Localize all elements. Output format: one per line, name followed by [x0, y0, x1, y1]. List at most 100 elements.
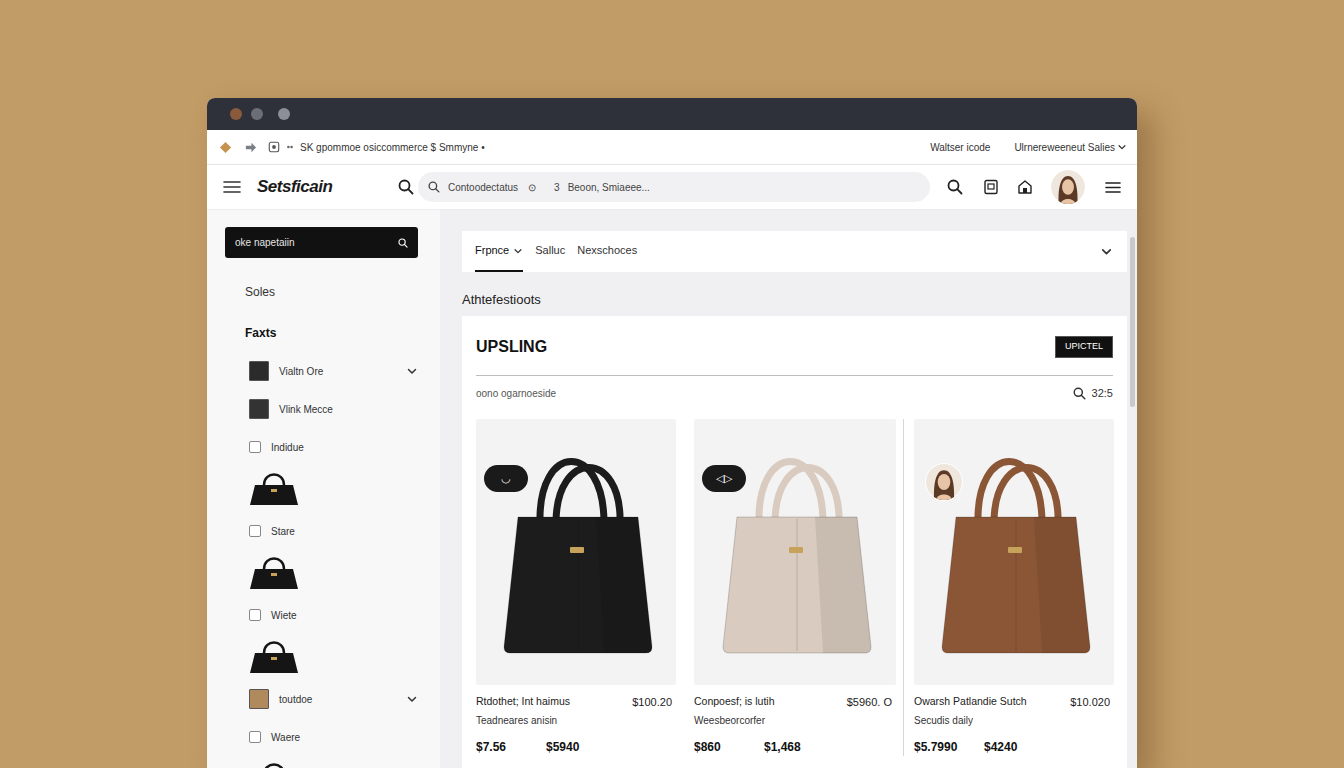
product-subtitle: Weesbeorcorfer: [694, 713, 896, 728]
tab-label[interactable]: Salluc: [535, 242, 565, 259]
bag-thumbnail-icon[interactable]: [247, 469, 301, 509]
scrollbar-thumb[interactable]: [1130, 237, 1135, 407]
search-icon[interactable]: [947, 179, 963, 195]
tab[interactable]: Frpnce: [475, 231, 523, 272]
item-label[interactable]: Waere: [271, 730, 300, 745]
price-now: $7.56: [476, 738, 546, 756]
search-icon[interactable]: [398, 238, 408, 248]
search-icon[interactable]: [1073, 387, 1086, 400]
product-badge: ◡: [484, 465, 528, 492]
item-label[interactable]: Stare: [271, 524, 295, 539]
chevron-down-icon[interactable]: [406, 365, 418, 377]
search-text[interactable]: Contoodectatus: [448, 180, 518, 195]
tab[interactable]: Nexschoces: [577, 231, 637, 272]
product-price-row: $7.56$5940: [476, 738, 676, 756]
product-image[interactable]: ◁▷: [694, 419, 896, 685]
product-name[interactable]: Conpoesf; is lutih: [694, 694, 775, 710]
address-text[interactable]: SK gpommoe osiccommerce $ Smmyne •: [300, 140, 485, 155]
sidebar-thumb[interactable]: [225, 634, 418, 680]
seller-avatar-icon[interactable]: [925, 463, 963, 501]
color-swatch[interactable]: [249, 399, 269, 419]
handbag-icon[interactable]: [476, 419, 676, 685]
back-icon[interactable]: [219, 141, 232, 154]
product-title-row: Owarsh Patlandie Sutch$10.020: [914, 694, 1114, 711]
item-label[interactable]: Vlink Mecce: [279, 402, 333, 417]
search-text[interactable]: 3: [554, 180, 560, 195]
sidebar-item[interactable]: Waere: [225, 718, 418, 756]
handbag-icon[interactable]: [694, 419, 896, 685]
product-image[interactable]: [914, 419, 1114, 685]
sidebar-thumb[interactable]: [225, 550, 418, 596]
sidebar-search-input[interactable]: [235, 235, 398, 250]
forward-icon[interactable]: [244, 141, 257, 154]
checkbox[interactable]: [249, 609, 261, 621]
product-title-row: Rtdothet; Int haimus$100.20: [476, 694, 676, 711]
sidebar-search[interactable]: [225, 227, 418, 258]
tab-label[interactable]: Nexschoces: [577, 242, 637, 259]
product-name[interactable]: Rtdothet; Int haimus: [476, 694, 570, 710]
chevron-down-icon[interactable]: [1100, 245, 1113, 258]
sidebar-item[interactable]: Stare: [225, 512, 418, 550]
home-icon[interactable]: [1017, 179, 1033, 195]
item-label[interactable]: Indidue: [271, 440, 304, 455]
separator: [903, 419, 904, 757]
logo[interactable]: Setsficain: [257, 174, 389, 200]
search-field[interactable]: Contoodectatus ⊙ 3 Beoon, Smiaeee...: [418, 172, 930, 202]
sidebar-item[interactable]: Vialtn Ore: [225, 352, 418, 390]
more-icon[interactable]: [286, 143, 294, 151]
main-column: FrpnceSallucNexschocesAthtefestiootsUPSL…: [462, 231, 1127, 768]
product-name[interactable]: Owarsh Patlandie Sutch: [914, 694, 1027, 710]
link-label[interactable]: Ulrnereweeneut Salies: [1014, 140, 1115, 155]
menu-icon[interactable]: [1105, 181, 1121, 194]
browser-link[interactable]: Waltser icode: [930, 140, 990, 155]
search-text[interactable]: ⊙: [528, 180, 536, 195]
search-icon[interactable]: [398, 179, 414, 195]
sidebar-thumb[interactable]: [225, 466, 418, 512]
item-label[interactable]: Vialtn Ore: [279, 364, 323, 379]
product-card[interactable]: Owarsh Patlandie Sutch$10.020 Secudis dai…: [914, 419, 1114, 757]
color-swatch[interactable]: [249, 689, 269, 709]
product-card[interactable]: ◁▷Conpoesf; is lutih$5960. OWeesbeorcorf…: [694, 419, 896, 757]
search-text[interactable]: Beoon, Smiaeee...: [568, 180, 650, 195]
sidebar-item[interactable]: toutdoe: [225, 680, 418, 718]
minimize-dot[interactable]: [251, 108, 263, 120]
checkbox[interactable]: [249, 731, 261, 743]
document-icon[interactable]: [983, 179, 999, 195]
product-card[interactable]: ◡Rtdothet; Int haimus$100.20Teadneares a…: [476, 419, 676, 757]
scrollbar[interactable]: [1127, 231, 1137, 768]
product-image[interactable]: ◡: [476, 419, 676, 685]
logo-text[interactable]: Setsficain: [257, 177, 332, 196]
chevron-down-icon[interactable]: [1117, 142, 1127, 152]
sidebar-item[interactable]: Wiete: [225, 596, 418, 634]
checkbox[interactable]: [249, 525, 261, 537]
tab-bar: Frpnce Salluc Nexschoces: [462, 231, 1127, 272]
sidebar-item[interactable]: Indidue: [225, 428, 418, 466]
sidebar-thumb[interactable]: [225, 756, 418, 768]
site-icon[interactable]: [268, 141, 280, 153]
checkbox[interactable]: [249, 441, 261, 453]
card-button[interactable]: UPICTEL: [1055, 336, 1113, 358]
bag-thumbnail-icon[interactable]: [247, 553, 301, 593]
link-label[interactable]: Waltser icode: [930, 140, 990, 155]
tab[interactable]: Salluc: [535, 231, 565, 272]
sidebar-item[interactable]: Vlink Mecce: [225, 390, 418, 428]
close-dot[interactable]: [230, 108, 242, 120]
bag-thumbnail-icon[interactable]: [247, 637, 301, 677]
chevron-down-icon[interactable]: [513, 246, 523, 256]
item-label[interactable]: Wiete: [271, 608, 297, 623]
menu-icon[interactable]: [223, 180, 241, 194]
product-subtitle: Secudis daily: [914, 713, 1114, 728]
tab-label[interactable]: Frpnce: [475, 242, 509, 259]
sidebar-heading: Soles: [245, 283, 418, 301]
content: Soles Faxts Vialtn Ore Vlink Mecce Indidue St…: [207, 210, 1137, 768]
card-subheader: oono ogarnoeside32:5: [476, 385, 1113, 402]
chevron-down-icon[interactable]: [406, 693, 418, 705]
user-avatar-icon[interactable]: [1051, 170, 1085, 204]
browser-link[interactable]: Ulrnereweeneut Salies: [1014, 140, 1127, 155]
sidebar-section: Faxts: [245, 324, 418, 342]
maximize-dot[interactable]: [278, 108, 290, 120]
item-label[interactable]: toutdoe: [279, 692, 312, 707]
color-swatch[interactable]: [249, 361, 269, 381]
handbag-icon[interactable]: [914, 419, 1114, 685]
bag-thumbnail-icon[interactable]: [247, 759, 301, 768]
